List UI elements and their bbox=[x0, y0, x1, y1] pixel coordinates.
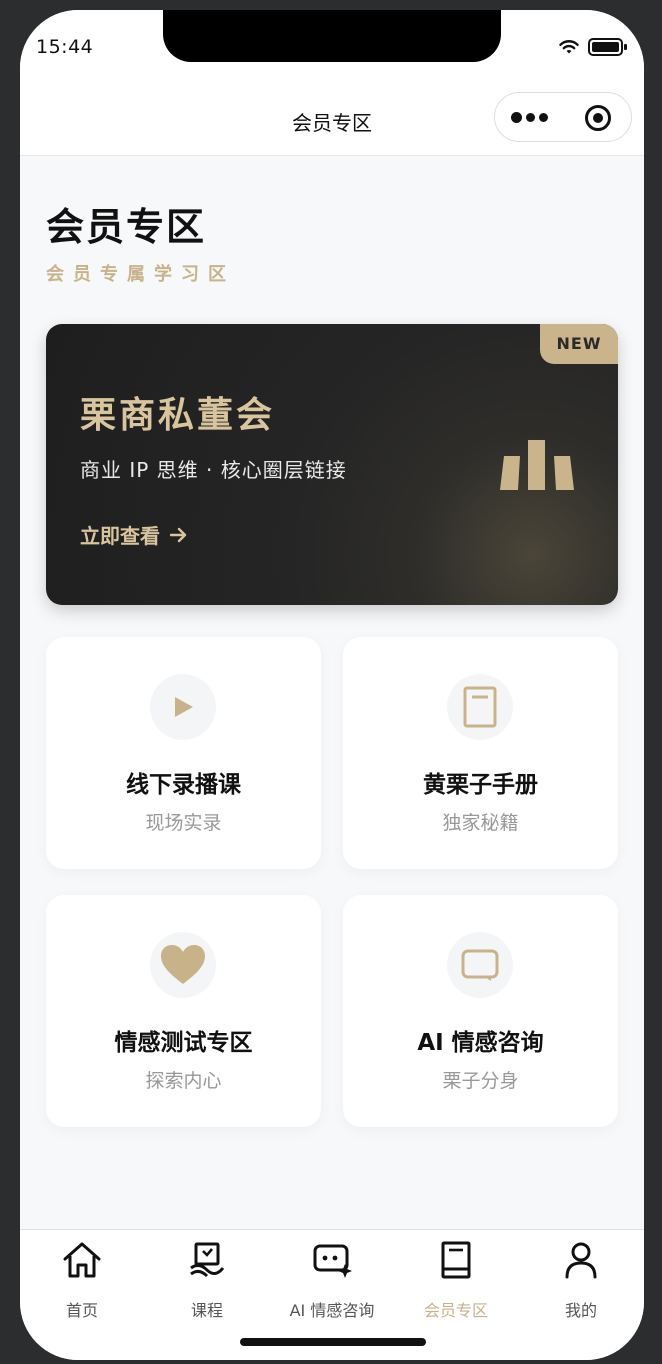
page-title: 会员专区 bbox=[46, 205, 207, 249]
card-subtitle: 现场实录 bbox=[145, 812, 222, 834]
view-now-link[interactable]: 立即查看 bbox=[80, 520, 188, 549]
new-badge: NEW bbox=[540, 324, 618, 364]
capsule-divider bbox=[564, 105, 565, 130]
view-now-label: 立即查看 bbox=[80, 524, 160, 548]
wifi-icon bbox=[559, 40, 579, 54]
chat-icon bbox=[461, 949, 499, 981]
pillars-icon bbox=[500, 440, 574, 490]
card-title: 情感测试专区 bbox=[114, 1030, 253, 1056]
card-handbook[interactable]: 黄栗子手册 独家秘籍 bbox=[343, 637, 618, 869]
tab-home[interactable]: 首页 bbox=[20, 1240, 144, 1320]
card-subtitle: 独家秘籍 bbox=[442, 812, 519, 834]
home-icon bbox=[63, 1242, 101, 1278]
tab-label: AI 情感咨询 bbox=[289, 1301, 375, 1320]
card-icon-bg bbox=[150, 932, 216, 998]
nav-bar: 会员专区 bbox=[20, 80, 644, 156]
close-miniprogram-icon[interactable] bbox=[585, 105, 611, 131]
home-indicator[interactable] bbox=[240, 1338, 426, 1346]
card-title: 黄栗子手册 bbox=[423, 772, 538, 798]
private-board-banner[interactable]: NEW 栗商私董会 商业 IP 思维 · 核心圈层链接 立即查看 bbox=[46, 324, 618, 605]
card-subtitle: 探索内心 bbox=[145, 1070, 222, 1092]
mini-program-capsule bbox=[494, 92, 632, 142]
tab-label: 课程 bbox=[190, 1301, 223, 1320]
play-icon bbox=[175, 697, 193, 717]
page-subtitle: 会员专属学习区 bbox=[46, 264, 235, 285]
card-offline-recorded-course[interactable]: 线下录播课 现场实录 bbox=[46, 637, 321, 869]
card-subtitle: 栗子分身 bbox=[442, 1070, 519, 1092]
tab-label: 我的 bbox=[564, 1301, 597, 1320]
tab-profile[interactable]: 我的 bbox=[519, 1240, 643, 1320]
status-time: 15:44 bbox=[36, 36, 94, 58]
phone-screen: 15:44 会员专区 会员专区 会员专属学习区 NEW 栗商私董会 商业 IP bbox=[20, 10, 644, 1360]
card-icon-bg bbox=[447, 932, 513, 998]
member-book-icon bbox=[441, 1241, 471, 1279]
profile-icon bbox=[565, 1242, 597, 1279]
ai-chat-icon bbox=[313, 1244, 352, 1278]
card-ai-consult[interactable]: AI 情感咨询 栗子分身 bbox=[343, 895, 618, 1127]
book-icon bbox=[463, 686, 497, 728]
tab-ai-consult[interactable]: AI 情感咨询 bbox=[270, 1240, 394, 1320]
more-icon[interactable] bbox=[511, 107, 549, 127]
battery-icon bbox=[588, 38, 627, 56]
tab-member-zone[interactable]: 会员专区 bbox=[394, 1240, 518, 1320]
card-title: AI 情感咨询 bbox=[417, 1030, 544, 1056]
banner-title: 栗商私董会 bbox=[80, 395, 276, 436]
tab-label: 首页 bbox=[65, 1301, 98, 1320]
card-title: 线下录播课 bbox=[126, 772, 241, 798]
arrow-right-icon bbox=[170, 527, 187, 542]
card-emotion-test[interactable]: 情感测试专区 探索内心 bbox=[46, 895, 321, 1127]
banner-description: 商业 IP 思维 · 核心圈层链接 bbox=[80, 458, 347, 482]
card-icon-bg bbox=[447, 674, 513, 740]
tab-course[interactable]: 课程 bbox=[145, 1240, 269, 1320]
status-icons bbox=[558, 38, 628, 56]
device-notch bbox=[163, 10, 501, 62]
course-icon bbox=[190, 1242, 225, 1278]
heart-icon bbox=[161, 945, 205, 984]
card-icon-bg bbox=[150, 674, 216, 740]
tab-label: 会员专区 bbox=[423, 1301, 488, 1320]
